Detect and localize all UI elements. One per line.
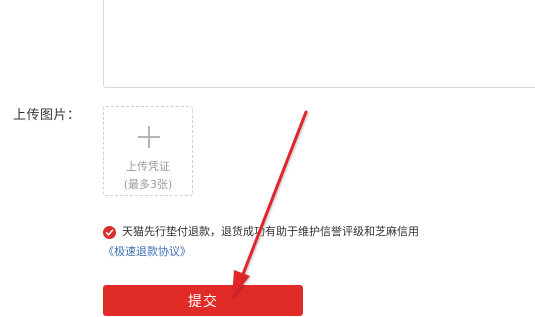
upload-limit-label: (最多3张) <box>123 178 173 191</box>
upload-image-label: 上传图片： <box>13 108 81 123</box>
upload-proof-label: 上传凭证 <box>126 160 170 173</box>
agreement-text: 天猫先行垫付退款，退货成功有助于维护信誉评级和芝麻信用 <box>122 225 419 238</box>
refund-form: 上传图片： 上传凭证 (最多3张) 天猫先行垫付退款，退货成功有助于维护信誉评级… <box>0 0 535 317</box>
submit-button[interactable]: 提交 <box>103 285 303 316</box>
check-circle-icon[interactable] <box>103 225 116 239</box>
agreement-row: 天猫先行垫付退款，退货成功有助于维护信誉评级和芝麻信用 <box>103 225 419 239</box>
upload-proof-button[interactable]: 上传凭证 (最多3张) <box>103 106 193 196</box>
fast-refund-agreement-link[interactable]: 《极速退款协议》 <box>103 245 191 259</box>
description-textarea[interactable] <box>103 0 535 88</box>
plus-icon <box>138 126 160 148</box>
